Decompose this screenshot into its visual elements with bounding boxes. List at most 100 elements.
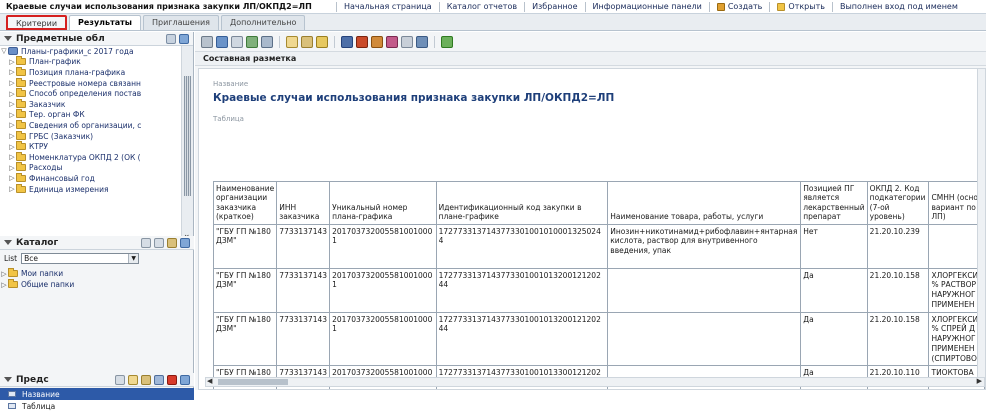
- tree-item[interactable]: ▷ Заказчик: [0, 98, 182, 110]
- tree-item[interactable]: ▷ Расходы: [0, 162, 182, 174]
- tree-item[interactable]: ▷ Позиция плана-графика: [0, 66, 182, 78]
- catalog-select[interactable]: Все ▼: [21, 252, 140, 264]
- tree-item[interactable]: ▷ Сведения об организации, с: [0, 119, 182, 131]
- catalog-tree: ▷ Мои папки ▷ Общие папки: [0, 268, 194, 290]
- preview-icon[interactable]: [231, 35, 243, 48]
- views-header[interactable]: Предс: [0, 373, 194, 387]
- expand-icon[interactable]: ▷: [8, 164, 16, 172]
- scroll-thumb[interactable]: [218, 379, 288, 385]
- expand-icon[interactable]: ▷: [8, 185, 16, 193]
- catalog-folder-my[interactable]: ▷ Мои папки: [0, 268, 194, 279]
- edit-icon[interactable]: [167, 238, 177, 248]
- top-bar: Краевые случаи использования признака за…: [0, 0, 986, 14]
- duplicate-icon[interactable]: [154, 375, 164, 385]
- export-icon[interactable]: [216, 35, 228, 48]
- create-link[interactable]: Создать: [708, 1, 770, 12]
- group-icon[interactable]: [401, 35, 413, 48]
- expand-icon[interactable]: ▷: [8, 111, 16, 119]
- tab-advanced[interactable]: Дополнительно: [221, 15, 306, 30]
- tree-item[interactable]: ▷ ГРБС (Заказчик): [0, 130, 182, 142]
- expand-icon[interactable]: ▷: [0, 281, 8, 289]
- delete-icon[interactable]: [167, 375, 177, 385]
- refresh-icon[interactable]: [180, 238, 190, 248]
- open-link[interactable]: Открыть: [769, 1, 832, 12]
- table-cell: Да: [800, 311, 868, 367]
- expand-icon[interactable]: ▷: [8, 121, 16, 129]
- favorites-link[interactable]: Избранное: [524, 1, 584, 12]
- expand-icon[interactable]: ▽: [0, 47, 8, 55]
- tree-item[interactable]: ▷ КТРУ: [0, 141, 182, 152]
- canvas-horizontal-scrollbar[interactable]: ◀ ▶: [205, 377, 985, 387]
- edit-view-icon[interactable]: [301, 35, 313, 48]
- edit-icon[interactable]: [141, 375, 151, 385]
- column-header[interactable]: Идентификационный код закупки в плане-гр…: [435, 181, 609, 225]
- table-row: "ГБУ ГП №180 ДЗМ"77331371432017037320055…: [212, 223, 985, 269]
- tree-item[interactable]: ▷ План-график: [0, 56, 182, 68]
- refresh-icon[interactable]: [246, 35, 258, 48]
- print-icon[interactable]: [201, 35, 213, 48]
- column-header[interactable]: Наименование товара, работы, услуги: [607, 181, 802, 225]
- expand-icon[interactable]: ▷: [8, 143, 16, 151]
- dashboards-link[interactable]: Информационные панели: [584, 1, 709, 12]
- layout-icon[interactable]: [261, 35, 273, 48]
- add-subject-area-icon[interactable]: [166, 34, 176, 44]
- settings-icon[interactable]: [316, 35, 328, 48]
- tree-item[interactable]: ▷ Номенклатура ОКПД 2 (ОК (: [0, 151, 182, 163]
- catalog-folder-shared[interactable]: ▷ Общие папки: [0, 279, 194, 290]
- expand-icon[interactable]: ▷: [8, 100, 16, 108]
- save-icon[interactable]: [341, 35, 353, 48]
- column-header[interactable]: ИНН заказчика: [276, 181, 331, 225]
- expand-icon[interactable]: ▷: [8, 153, 16, 161]
- scroll-left-icon[interactable]: ◀: [207, 377, 212, 385]
- collapse-icon[interactable]: [4, 36, 12, 41]
- refresh-icon[interactable]: [179, 34, 189, 44]
- columns-icon[interactable]: [416, 35, 428, 48]
- signed-in-link[interactable]: Выполнен вход под именем: [831, 1, 965, 12]
- search-icon[interactable]: [115, 375, 125, 385]
- column-header[interactable]: Позицией ПГ является лекарственный препа…: [800, 181, 868, 225]
- expand-icon[interactable]: ▷: [8, 68, 16, 76]
- home-link[interactable]: Начальная страница: [336, 1, 439, 12]
- sort-icon[interactable]: [441, 35, 453, 48]
- expand-icon[interactable]: ▷: [8, 174, 16, 182]
- tree-item[interactable]: ▷ Способ определения постав: [0, 88, 182, 99]
- folder-label: Мои папки: [21, 269, 64, 278]
- scroll-thumb[interactable]: [184, 76, 191, 196]
- tab-results[interactable]: Результаты: [69, 15, 141, 30]
- canvas-vertical-scrollbar[interactable]: [977, 69, 985, 379]
- expand-icon[interactable]: ▷: [8, 90, 16, 98]
- catalog-link[interactable]: Каталог отчетов: [438, 1, 524, 12]
- tab-prompts[interactable]: Приглашения: [143, 15, 219, 30]
- properties-icon[interactable]: [180, 375, 190, 385]
- expand-icon[interactable]: ▷: [8, 132, 16, 140]
- link-icon[interactable]: [154, 238, 164, 248]
- new-view-icon[interactable]: [128, 375, 138, 385]
- view-item-table[interactable]: Таблица: [0, 400, 194, 412]
- column-header[interactable]: Наименование организации заказчика (крат…: [212, 181, 278, 225]
- subject-areas-header[interactable]: Предметные обл: [0, 32, 193, 46]
- search-icon[interactable]: [141, 238, 151, 248]
- tree-item[interactable]: ▷ Единица измерения: [0, 183, 182, 195]
- expand-icon[interactable]: ▷: [0, 270, 8, 278]
- catalog-header[interactable]: Каталог: [0, 236, 194, 250]
- tree-item-label: Расходы: [29, 163, 63, 173]
- chevron-down-icon[interactable]: ▼: [128, 253, 139, 263]
- expand-icon[interactable]: ▷: [8, 58, 16, 66]
- selection-icon[interactable]: [386, 35, 398, 48]
- tree-item[interactable]: ▷ Тер. орган ФК: [0, 109, 182, 121]
- tab-criteria[interactable]: Критерии: [6, 15, 68, 30]
- tree-item[interactable]: ▷ Реестровые номера связанн: [0, 77, 182, 89]
- collapse-icon[interactable]: [4, 240, 12, 245]
- pivot-icon[interactable]: [371, 35, 383, 48]
- expand-icon[interactable]: ▷: [8, 79, 16, 87]
- filter-icon[interactable]: [356, 35, 368, 48]
- tree-scrollbar[interactable]: ⌄: [181, 46, 193, 242]
- scroll-right-icon[interactable]: ▶: [977, 377, 982, 385]
- tree-item[interactable]: ▷ Финансовый год: [0, 172, 182, 184]
- column-header[interactable]: Уникальный номер плана-графика: [329, 181, 437, 225]
- collapse-icon[interactable]: [4, 377, 12, 382]
- column-header[interactable]: ОКПД 2. Код подкатегории (7-ой уровень): [866, 181, 930, 225]
- tree-root[interactable]: ▽ Планы-графики_с 2017 года: [0, 46, 182, 57]
- folder-icon: [8, 279, 18, 288]
- new-view-icon[interactable]: [286, 35, 298, 48]
